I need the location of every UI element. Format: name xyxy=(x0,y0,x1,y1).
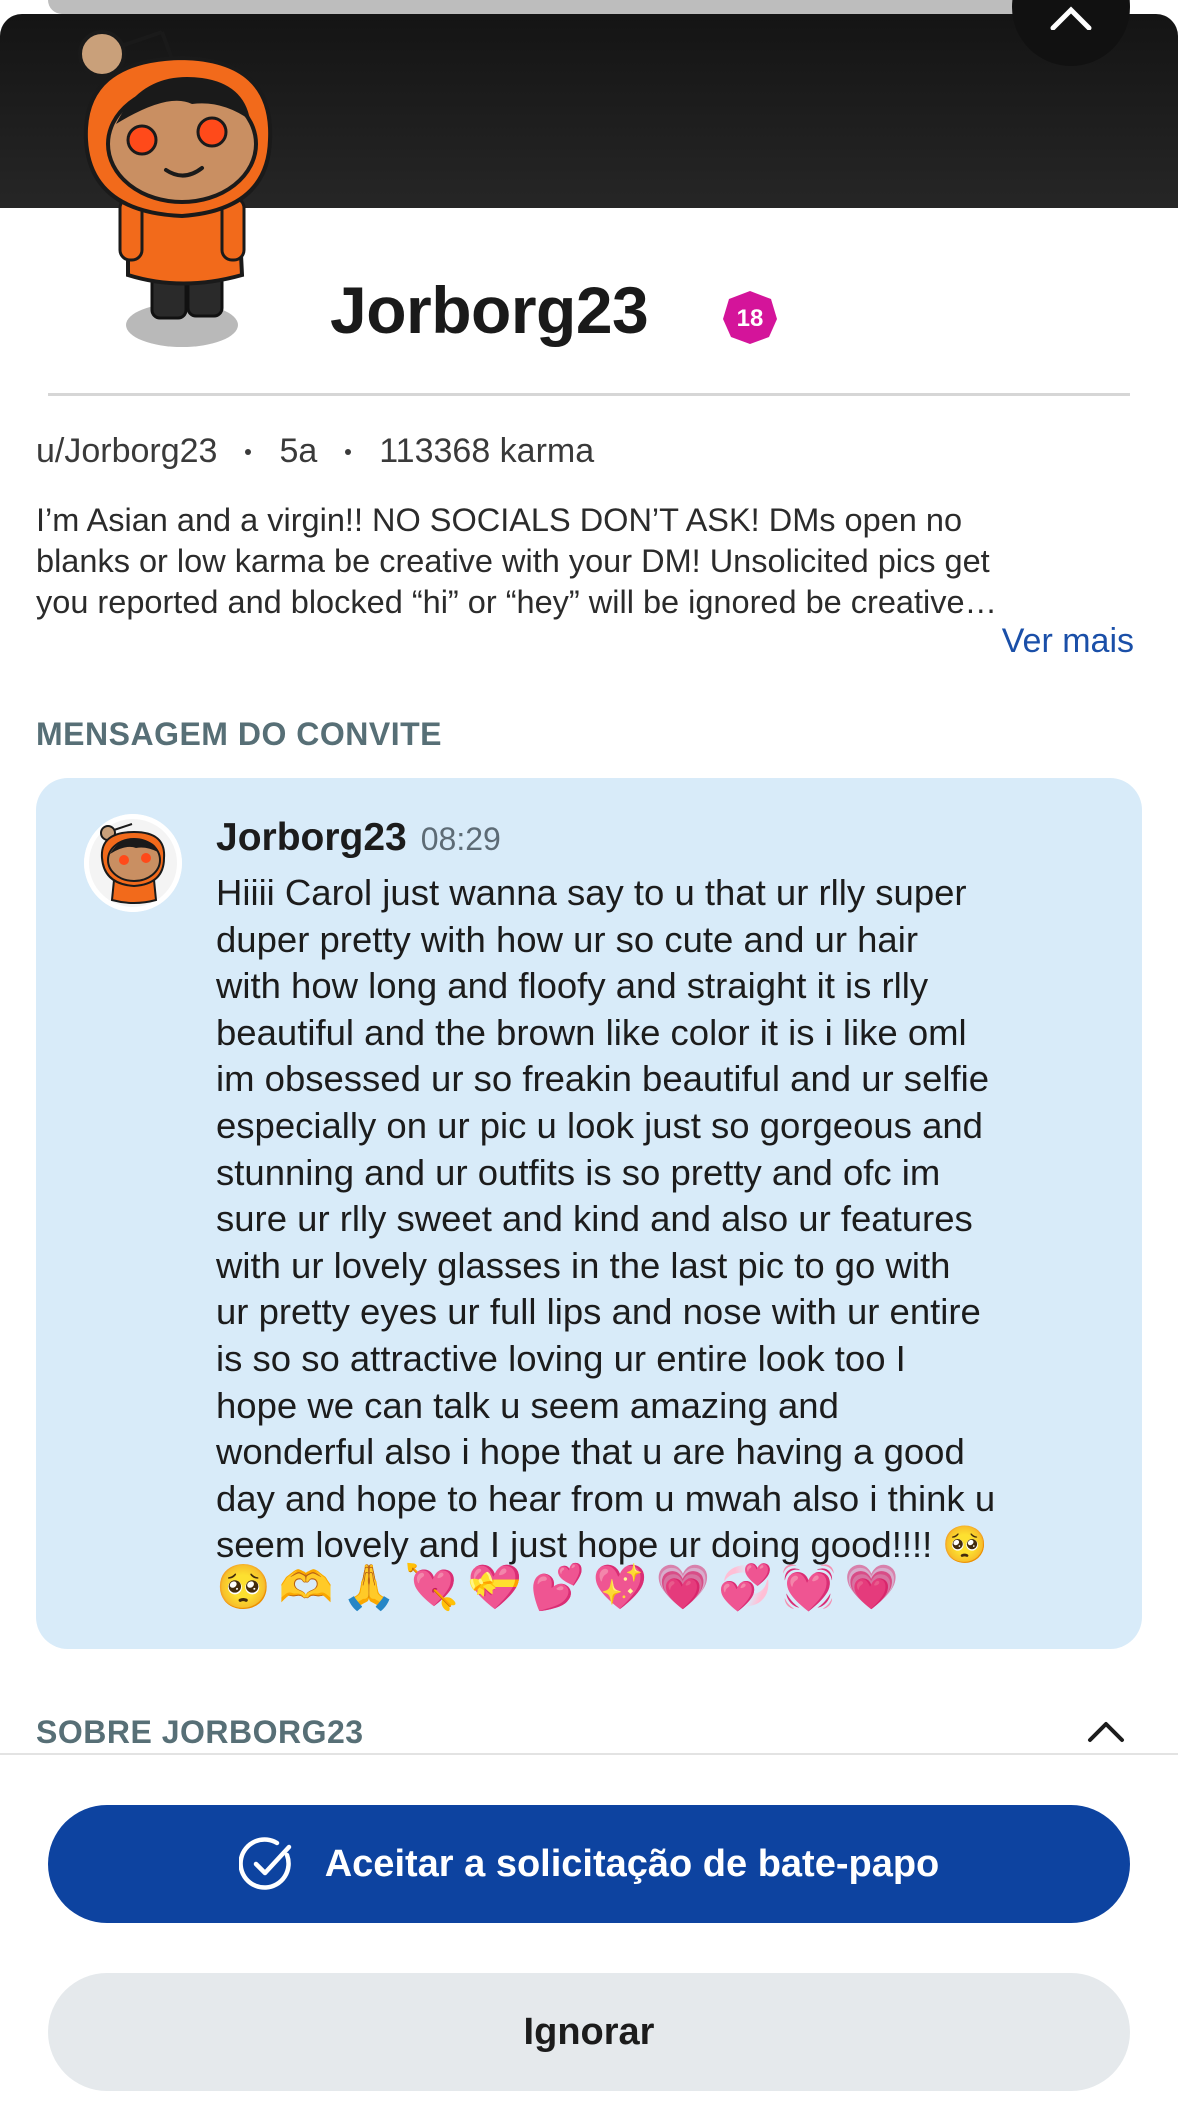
bio-line: I’m Asian and a virgin!! NO SOCIALS DON’… xyxy=(36,502,963,538)
separator-dot xyxy=(345,448,352,455)
message-line: im obsessed ur so freakin beautiful and … xyxy=(216,1058,990,1100)
message-line: wonderful also i hope that u are having … xyxy=(216,1431,965,1473)
message-line: ur pretty eyes ur full lips and nose wit… xyxy=(216,1291,981,1333)
check-circle-icon xyxy=(238,1837,291,1890)
emoji: 🙏 xyxy=(341,1563,397,1612)
chevron-up-icon[interactable] xyxy=(1086,1716,1126,1744)
message-author-avatar xyxy=(84,814,182,912)
emoji: 💗 xyxy=(655,1563,711,1612)
message-line: duper pretty with how ur so cute and ur … xyxy=(216,918,918,960)
emoji: 💖 xyxy=(592,1563,648,1612)
about-section-title[interactable]: SOBRE JORBORG23 xyxy=(36,1714,364,1751)
ignore-button[interactable]: Ignorar xyxy=(48,1973,1130,2091)
divider xyxy=(0,1753,1178,1755)
close-icon xyxy=(1050,6,1092,30)
emoji: 💓 xyxy=(781,1563,836,1612)
message-line: beautiful and the brown like color it is… xyxy=(216,1011,967,1053)
profile-meta: u/Jorborg23 5a 113368 karma xyxy=(36,432,594,471)
message-author[interactable]: Jorborg23 xyxy=(216,816,407,860)
emoji: 💞 xyxy=(718,1563,774,1612)
emoji: 💗 xyxy=(843,1563,899,1612)
message-line: day and hope to hear from u mwah also i … xyxy=(216,1477,996,1519)
profile-username: Jorborg23 xyxy=(330,273,649,347)
message-header: Jorborg23 08:29 xyxy=(216,816,501,860)
message-line: especially on ur pic u look just so gorg… xyxy=(216,1104,983,1146)
message-timestamp: 08:29 xyxy=(420,821,501,857)
nsfw-badge-label: 18 xyxy=(737,305,764,332)
accept-chat-request-button[interactable]: Aceitar a solicitação de bate-papo xyxy=(48,1805,1130,1923)
emoji: 🫶 xyxy=(278,1563,334,1612)
ignore-button-label: Ignorar xyxy=(523,2010,655,2053)
divider xyxy=(48,393,1130,396)
user-avatar xyxy=(78,30,273,347)
message-line: stunning and ur outfits is so pretty and… xyxy=(216,1151,941,1193)
accept-button-label: Aceitar a solicitação de bate-papo xyxy=(324,1842,940,1885)
profile-bio: I’m Asian and a virgin!! NO SOCIALS DON’… xyxy=(36,500,1136,623)
message-line: hope we can talk u seem amazing and xyxy=(216,1384,839,1426)
emoji: 💕 xyxy=(529,1563,585,1612)
invite-section-title: MENSAGEM DO CONVITE xyxy=(36,716,442,752)
emoji: 💝 xyxy=(467,1563,522,1612)
invite-message-card: Jorborg23 08:29 Hiiii Carol just wanna s… xyxy=(36,778,1142,1649)
bio-line: blanks or low karma be creative with you… xyxy=(36,543,990,579)
message-body: Hiiii Carol just wanna say to u that ur … xyxy=(216,870,1116,1569)
sheet-background-strip xyxy=(48,0,1130,14)
separator-dot xyxy=(245,448,252,455)
emoji: 🥺 xyxy=(216,1563,271,1612)
message-line: with ur lovely glasses in the last pic t… xyxy=(216,1244,951,1286)
message-emoji-row: 🥺 🫶 🙏 💘 💝 💕 💖 💗 💞 💓 💗 xyxy=(216,1562,899,1614)
karma-count: 113368 karma xyxy=(379,432,595,470)
chat-request-screen: Jorborg23 18 u/Jorborg23 5a 113368 karma… xyxy=(0,0,1178,2118)
bio-line: you reported and blocked “hi” or “hey” w… xyxy=(36,584,998,620)
message-line: sure ur rlly sweet and kind and also ur … xyxy=(216,1198,973,1240)
nsfw-badge: 18 xyxy=(723,291,777,344)
message-line: is so so attractive loving ur entire loo… xyxy=(216,1337,906,1379)
see-more-link[interactable]: Ver mais xyxy=(1002,622,1134,661)
emoji: 💘 xyxy=(404,1563,460,1612)
profile-handle[interactable]: u/Jorborg23 xyxy=(36,432,217,471)
message-line: Hiiii Carol just wanna say to u that ur … xyxy=(216,872,967,913)
message-line: with how long and floofy and straight it… xyxy=(216,965,929,1007)
account-age: 5a xyxy=(279,432,318,470)
